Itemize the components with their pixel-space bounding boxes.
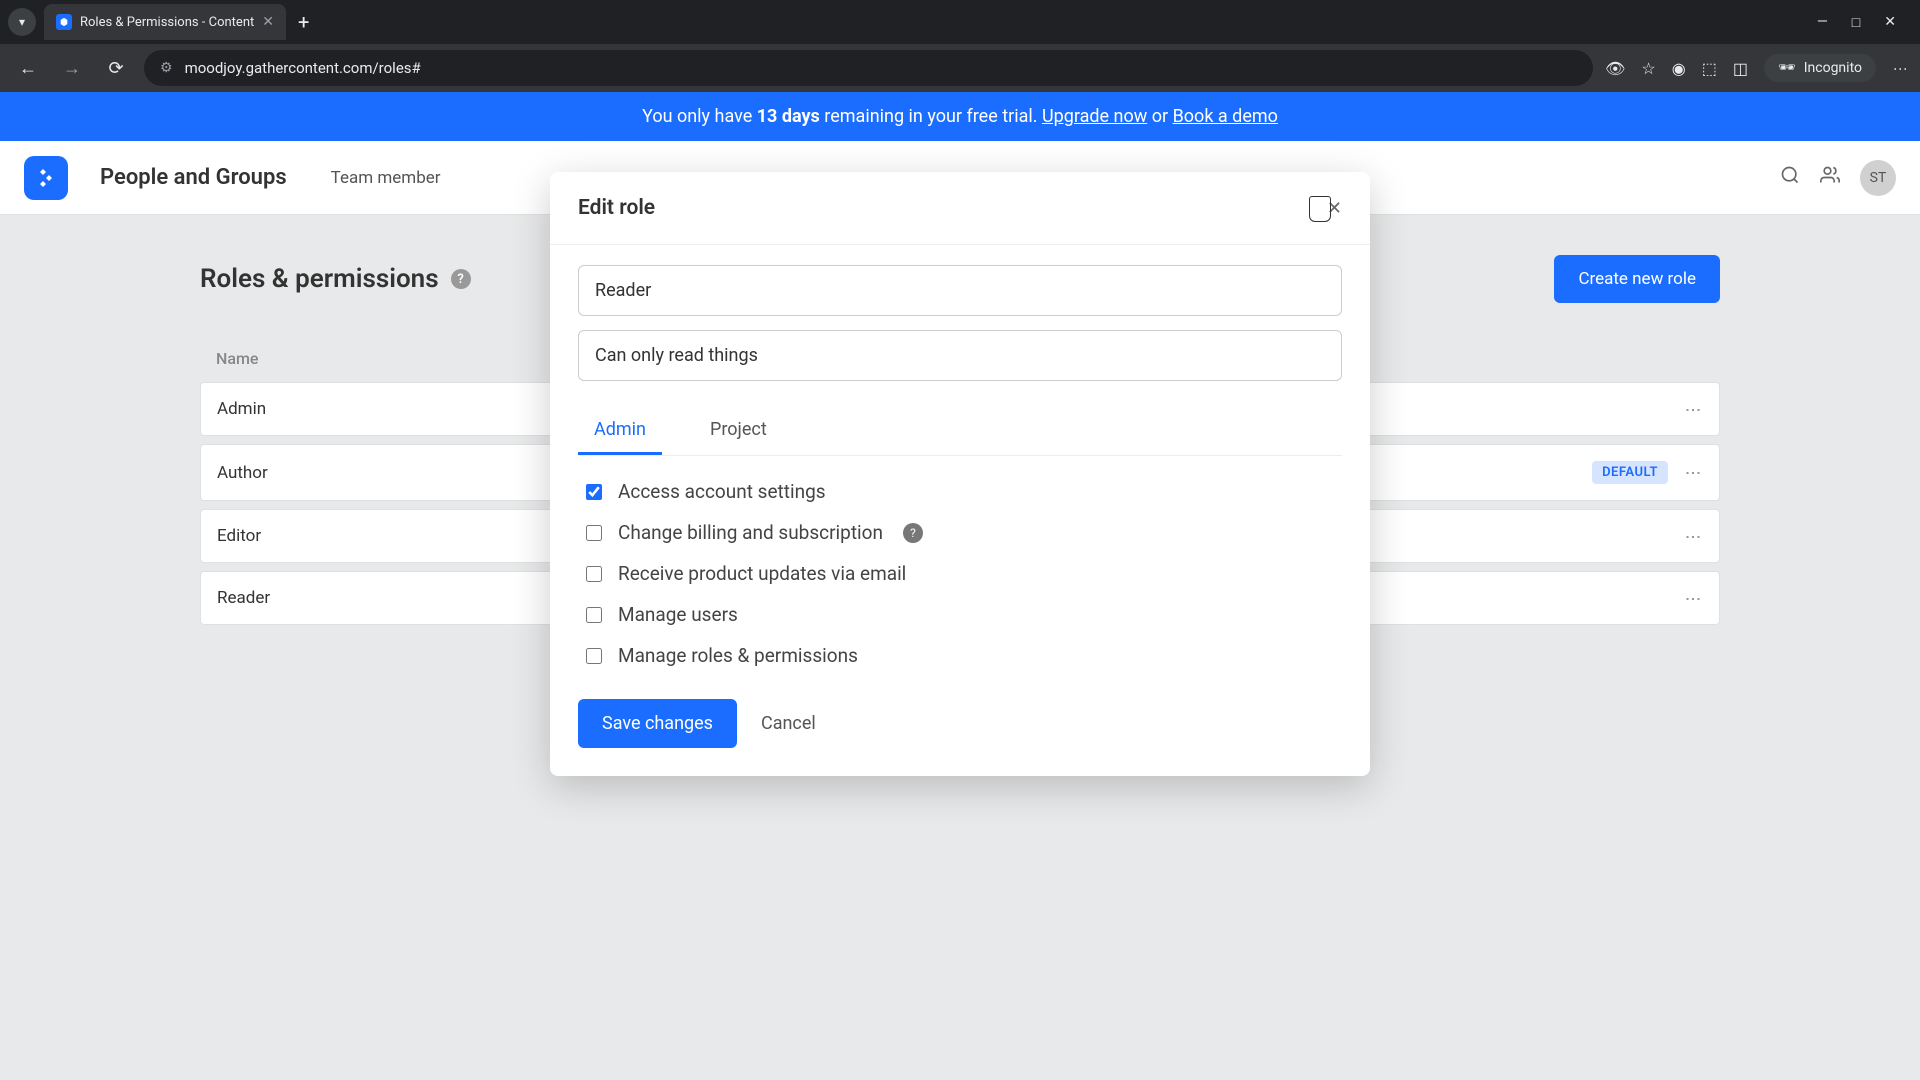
bookmark-icon[interactable]: ☆ xyxy=(1641,59,1655,78)
permission-checkbox[interactable] xyxy=(586,566,602,582)
url-bar[interactable]: ⚙ moodjoy.gathercontent.com/roles# xyxy=(144,50,1593,86)
url-text: moodjoy.gathercontent.com/roles# xyxy=(185,59,421,77)
edit-role-modal: Edit role ✕ Admin Project Access account… xyxy=(550,172,1370,776)
permission-label: Access account settings xyxy=(618,480,826,503)
minimize-button[interactable]: — xyxy=(1817,14,1828,31)
back-button[interactable]: ← xyxy=(12,58,44,79)
role-description-input[interactable] xyxy=(578,330,1342,381)
permission-item[interactable]: Access account settings xyxy=(586,480,1342,503)
browser-tab-bar: ▾ Roles & Permissions - Content ✕ + — □ … xyxy=(0,0,1920,44)
browser-menu-icon[interactable]: ⋮ xyxy=(1892,62,1908,74)
modal-overlay: Edit role ✕ Admin Project Access account… xyxy=(0,92,1920,1080)
permission-label: Receive product updates via email xyxy=(618,562,906,585)
help-icon[interactable]: ? xyxy=(903,523,923,543)
permission-checkbox[interactable] xyxy=(586,484,602,500)
maximize-button[interactable]: □ xyxy=(1852,14,1860,31)
hide-extension-icon[interactable]: 👁 xyxy=(1605,59,1625,78)
permission-checkbox[interactable] xyxy=(586,607,602,623)
extensions-icon[interactable]: ⬚ xyxy=(1702,59,1717,78)
tab-search-dropdown[interactable]: ▾ xyxy=(8,8,36,36)
side-panel-icon[interactable]: ◫ xyxy=(1733,59,1748,78)
incognito-icon: 🕶 xyxy=(1778,60,1796,76)
role-name-input[interactable] xyxy=(578,265,1342,316)
permission-item[interactable]: Manage users xyxy=(586,603,1342,626)
new-tab-button[interactable]: + xyxy=(298,10,309,34)
permission-item[interactable]: Receive product updates via email xyxy=(586,562,1342,585)
site-settings-icon[interactable]: ⚙ xyxy=(160,60,173,76)
modal-close-button[interactable]: ✕ xyxy=(1327,198,1342,219)
browser-toolbar: ← → ⟳ ⚙ moodjoy.gathercontent.com/roles#… xyxy=(0,44,1920,92)
close-window-button[interactable]: ✕ xyxy=(1884,14,1896,31)
permission-item[interactable]: Change billing and subscription? xyxy=(586,521,1342,544)
browser-tab[interactable]: Roles & Permissions - Content ✕ xyxy=(44,4,286,40)
permission-checkbox[interactable] xyxy=(586,648,602,664)
cancel-button[interactable]: Cancel xyxy=(761,713,816,734)
save-button[interactable]: Save changes xyxy=(578,699,737,748)
tab-admin[interactable]: Admin xyxy=(578,407,662,455)
reload-button[interactable]: ⟳ xyxy=(100,58,132,79)
permission-checkbox[interactable] xyxy=(586,525,602,541)
permission-label: Manage roles & permissions xyxy=(618,644,858,667)
modal-title: Edit role xyxy=(578,196,655,220)
tab-favicon xyxy=(56,14,72,30)
permission-item[interactable]: Manage roles & permissions xyxy=(586,644,1342,667)
tab-project[interactable]: Project xyxy=(694,407,783,455)
incognito-badge[interactable]: 🕶 Incognito xyxy=(1764,54,1876,82)
tab-title: Roles & Permissions - Content xyxy=(80,15,254,30)
permission-label: Change billing and subscription xyxy=(618,521,883,544)
permission-label: Manage users xyxy=(618,603,738,626)
forward-button[interactable]: → xyxy=(56,58,88,79)
profile-icon[interactable]: ◉ xyxy=(1672,59,1686,78)
tab-close-icon[interactable]: ✕ xyxy=(262,14,274,30)
